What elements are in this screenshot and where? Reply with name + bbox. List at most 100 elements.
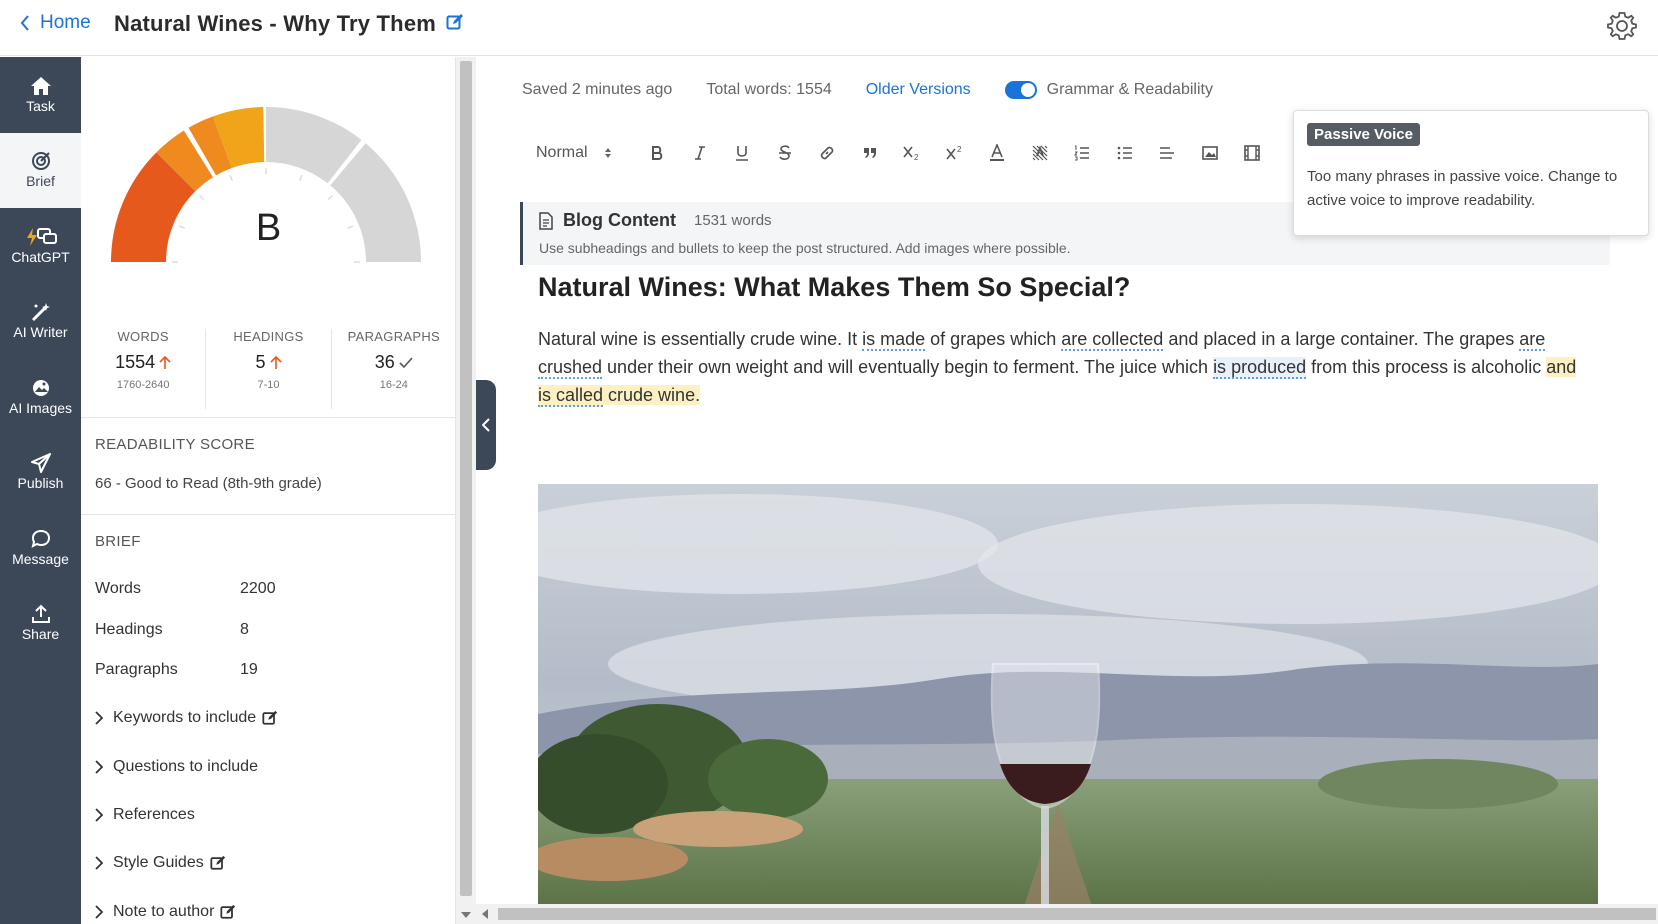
accordion-label: Note to author: [113, 903, 215, 920]
passive-voice-phrase[interactable]: is made: [862, 329, 926, 351]
stat-range: 1760-2640: [116, 379, 170, 391]
svg-text:2: 2: [957, 145, 962, 154]
chevron-right-icon: [95, 711, 103, 725]
accordion-references[interactable]: References: [95, 806, 195, 824]
scroll-down-arrow-icon[interactable]: [461, 912, 471, 918]
rail-item-chatgpt[interactable]: ChatGPT: [0, 208, 81, 284]
bullet-list-icon[interactable]: [1104, 138, 1147, 168]
divider: [81, 417, 455, 418]
paragraph-text: from this process is alcoholic: [1306, 357, 1547, 377]
stat-value-wrap: 1554: [81, 352, 205, 373]
rail-item-task[interactable]: Task: [0, 57, 81, 133]
insert-video-icon[interactable]: [1231, 138, 1274, 168]
scrollbar-thumb[interactable]: [460, 61, 472, 896]
insert-image-icon[interactable]: [1189, 138, 1232, 168]
passive-voice-phrase[interactable]: is produced: [1213, 357, 1307, 379]
accordion-label: Style Guides: [113, 854, 204, 871]
rail-item-brief[interactable]: Brief: [0, 132, 81, 208]
paragraph-text: crude wine.: [603, 385, 701, 405]
rail-label: Message: [12, 550, 69, 567]
brief-row-label: Headings: [95, 621, 163, 638]
align-icon[interactable]: [1146, 138, 1189, 168]
editor-horizontal-scrollbar[interactable]: [476, 904, 1658, 924]
stat-value: 36: [374, 352, 395, 372]
readability-value: 66 - Good to Read (8th-9th grade): [95, 475, 322, 492]
gauge-tick: [298, 174, 303, 181]
brief-row-value: 2200: [240, 580, 276, 597]
underline-icon[interactable]: [721, 138, 764, 168]
document-title: Natural Wines - Why Try Them: [114, 11, 437, 36]
rail-item-message[interactable]: Message: [0, 510, 81, 586]
saved-status: Saved 2 minutes ago: [522, 81, 673, 98]
brief-row-label: Words: [95, 580, 141, 597]
accordion-style-guides[interactable]: Style Guides: [95, 854, 226, 872]
rail-item-share[interactable]: Share: [0, 586, 81, 662]
sort-arrows-icon: [605, 148, 611, 158]
format-toolbar: Normal 2 2: [522, 133, 1274, 173]
gauge-tick: [199, 195, 205, 201]
editor-meta-bar: Saved 2 minutes ago Total words: 1554 Ol…: [522, 81, 1213, 99]
chevron-right-icon: [95, 808, 103, 822]
total-words: Total words: 1554: [706, 81, 832, 98]
target-icon: [31, 152, 50, 171]
scroll-left-arrow-icon[interactable]: [482, 909, 488, 919]
chevron-right-icon: [95, 905, 103, 919]
article-heading[interactable]: Natural Wines: What Makes Them So Specia…: [538, 272, 1130, 303]
top-bar: Home Natural Wines - Why Try Them: [0, 0, 1658, 56]
stat-label: WORDS: [117, 329, 169, 344]
quote-icon[interactable]: [849, 138, 892, 168]
passive-voice-phrase[interactable]: is called: [538, 385, 604, 407]
check-icon: [399, 356, 413, 368]
brief-title: BRIEF: [95, 533, 141, 550]
format-select[interactable]: Normal: [522, 144, 624, 162]
background-color-icon[interactable]: [1019, 138, 1062, 168]
chevron-right-icon: [95, 856, 103, 870]
grammar-toggle[interactable]: [1004, 81, 1037, 99]
rail-label: Publish: [17, 475, 64, 492]
accordion-note-to-author[interactable]: Note to author: [95, 903, 236, 921]
rail-label: ChatGPT: [11, 248, 70, 265]
italic-icon[interactable]: [679, 138, 722, 168]
rail-item-ai-writer[interactable]: AI Writer: [0, 284, 81, 360]
brief-row-words: Words 2200: [95, 580, 276, 598]
text-color-icon[interactable]: [976, 138, 1019, 168]
stat-paragraphs: PARAGRAPHS 36 16-24: [332, 329, 455, 409]
strikethrough-icon[interactable]: [764, 138, 807, 168]
subscript-icon[interactable]: 2: [891, 138, 934, 168]
readability-title: READABILITY SCORE: [95, 436, 255, 453]
edit-icon[interactable]: [220, 904, 236, 920]
home-link[interactable]: Home: [20, 12, 91, 34]
rail-label: AI Writer: [13, 324, 68, 341]
rail-item-publish[interactable]: Publish: [0, 435, 81, 511]
article-image-wine-glass-vineyard[interactable]: [538, 484, 1598, 924]
scrollbar-thumb[interactable]: [498, 908, 1656, 920]
edit-icon[interactable]: [210, 855, 226, 871]
article-paragraph[interactable]: Natural wine is essentially crude wine. …: [538, 325, 1578, 409]
accordion-label: Questions to include: [113, 758, 258, 775]
arrow-up-icon: [269, 355, 282, 369]
panel-scrollbar[interactable]: [456, 57, 476, 924]
edit-title-icon[interactable]: [446, 11, 464, 37]
link-icon[interactable]: [806, 138, 849, 168]
older-versions-link[interactable]: Older Versions: [866, 81, 971, 99]
passive-voice-tooltip: Passive Voice Too many phrases in passiv…: [1293, 110, 1649, 236]
bold-icon[interactable]: [636, 138, 679, 168]
stat-value-wrap: 36: [332, 352, 455, 373]
paragraph-text: of grapes which: [925, 329, 1062, 349]
edit-icon[interactable]: [262, 710, 278, 726]
stats-row: WORDS 1554 1760-2640 HEADINGS 5 7-10 PAR…: [81, 329, 455, 409]
accordion-questions[interactable]: Questions to include: [95, 758, 258, 776]
home-label: Home: [40, 12, 91, 33]
accordion-keywords[interactable]: Keywords to include: [95, 709, 278, 727]
superscript-icon[interactable]: 2: [934, 138, 977, 168]
paper-plane-icon: [30, 453, 51, 474]
passive-voice-phrase[interactable]: are collected: [1061, 329, 1164, 351]
chat-bubble-icon: [31, 529, 50, 548]
magic-wand-icon: [31, 303, 50, 322]
rail-item-ai-images[interactable]: AI Images: [0, 359, 81, 435]
content-brief-header: Blog Content 1531 words: [539, 210, 772, 231]
ordered-list-icon[interactable]: [1061, 138, 1104, 168]
accordion-label: Keywords to include: [113, 709, 257, 726]
content-brief-title: Blog Content: [563, 210, 676, 230]
settings-gear-icon[interactable]: [1606, 10, 1638, 47]
